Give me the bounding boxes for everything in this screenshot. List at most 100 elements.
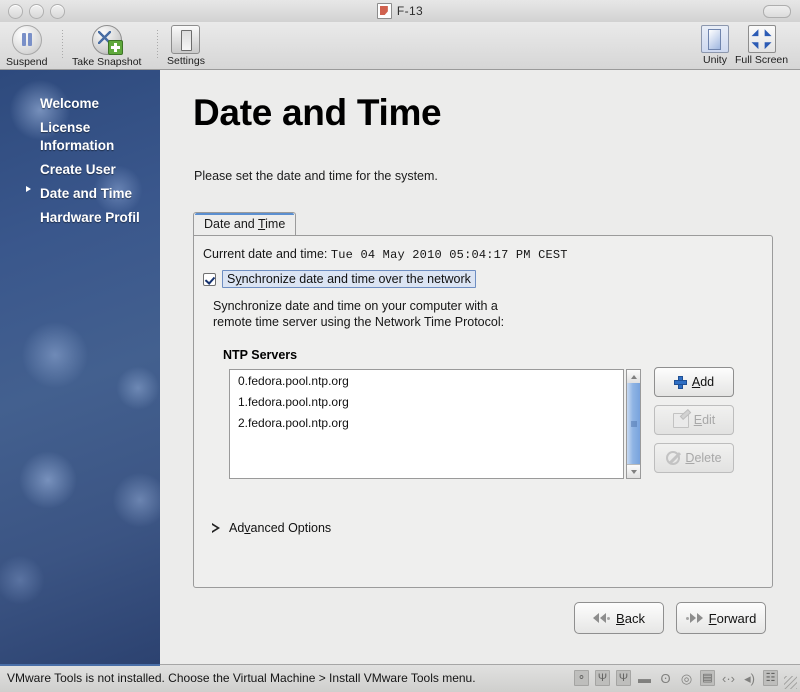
- sidebar-item-license-information[interactable]: License Information: [0, 116, 160, 158]
- sidebar-item-date-and-time[interactable]: Date and Time: [0, 182, 160, 206]
- back-button-key: B: [616, 610, 625, 626]
- advanced-options-label: Advanced Options: [229, 521, 331, 535]
- toolbar-toggle-button[interactable]: [763, 5, 791, 18]
- add-button[interactable]: Add: [654, 367, 734, 397]
- vmware-window: F-13 Suspend Take Snapshot Settings Unit…: [0, 0, 800, 692]
- settings-button[interactable]: Settings: [167, 25, 205, 67]
- delete-icon: [666, 451, 681, 465]
- page-subtitle: Please set the date and time for the sys…: [194, 169, 438, 183]
- toolbar-separator-2: [157, 30, 158, 60]
- tab-date-and-time-post: ime: [265, 217, 286, 231]
- advanced-options-pre: Ad: [229, 521, 245, 535]
- unity-button[interactable]: Unity: [701, 25, 729, 66]
- suspend-icon: [11, 25, 42, 55]
- settings-label: Settings: [167, 55, 205, 67]
- unity-icon: [701, 25, 729, 53]
- page-title: Date and Time: [193, 92, 442, 133]
- scrollbar-thumb[interactable]: [627, 383, 640, 465]
- battery-icon[interactable]: ▬: [637, 670, 652, 686]
- sidebar-item-welcome-label: Welcome: [40, 96, 100, 111]
- forward-button-label: orward: [716, 610, 757, 626]
- status-tray: ⚬ Ψ Ψ ▬ ʘ ◎ ▤ ‹·› ◂) ☷: [574, 670, 778, 686]
- resize-grip[interactable]: [784, 676, 797, 689]
- ntp-actions: Add Edit Delete: [654, 367, 734, 481]
- sidebar-item-license-line1: License: [40, 120, 91, 135]
- cdrom-icon[interactable]: ◎: [679, 670, 694, 686]
- network-icon[interactable]: ‹·›: [721, 670, 736, 686]
- sidebar-item-welcome[interactable]: Welcome: [0, 92, 160, 116]
- chevron-left-icon: [593, 613, 611, 623]
- list-item[interactable]: 0.fedora.pool.ntp.org: [230, 370, 623, 391]
- take-snapshot-label: Take Snapshot: [72, 56, 142, 68]
- harddisk-icon[interactable]: ▤: [700, 670, 715, 686]
- sidebar-item-create-user-label: Create User: [40, 162, 116, 177]
- sync-network-label-post: nchronize date and time over the network: [241, 272, 471, 286]
- tab-date-and-time[interactable]: Date and Time: [193, 212, 297, 236]
- ntp-list-scrollbar[interactable]: [626, 369, 641, 479]
- wizard-nav-buttons: Back Forward: [574, 602, 766, 634]
- delete-button-label: elete: [694, 451, 722, 465]
- add-button-key: A: [691, 375, 701, 389]
- document-icon: [376, 3, 392, 19]
- settings-icon: [171, 25, 201, 54]
- edit-button[interactable]: Edit: [654, 405, 734, 435]
- status-message: VMware Tools is not installed. Choose th…: [7, 671, 476, 685]
- bluetooth-icon[interactable]: ʘ: [658, 670, 673, 686]
- installer-sidebar: Welcome License Information Create User …: [0, 70, 160, 664]
- edit-button-label: dit: [702, 413, 716, 427]
- sidebar-item-create-user[interactable]: Create User: [0, 158, 160, 182]
- vm-status-bar: VMware Tools is not installed. Choose th…: [0, 664, 800, 692]
- toolbar-separator-1: [62, 30, 63, 60]
- sync-description-line1: Synchronize date and time on your comput…: [213, 299, 498, 313]
- suspend-label: Suspend: [6, 56, 48, 68]
- date-time-panel: Current date and time: Tue 04 May 2010 0…: [193, 235, 773, 588]
- sync-network-checkbox[interactable]: [203, 272, 216, 286]
- guest-desktop: Welcome License Information Create User …: [0, 70, 800, 664]
- scroll-down-button[interactable]: [627, 464, 640, 478]
- sound-icon[interactable]: ◂): [742, 670, 757, 686]
- scroll-up-button[interactable]: [627, 370, 640, 384]
- unity-label: Unity: [703, 54, 727, 66]
- advanced-options-toggle[interactable]: Advanced Options: [212, 521, 331, 535]
- add-button-label: dd: [700, 375, 715, 389]
- status-accent-bar: [0, 664, 160, 666]
- sync-network-row[interactable]: Synchronize date and time over the netwo…: [203, 270, 476, 288]
- current-datetime-row: Current date and time: Tue 04 May 2010 0…: [203, 247, 568, 262]
- sidebar-item-license-line2: Information: [40, 138, 115, 153]
- ntp-servers-list[interactable]: 0.fedora.pool.ntp.org 1.fedora.pool.ntp.…: [229, 369, 624, 479]
- window-titlebar: F-13: [0, 0, 800, 23]
- usb-2-icon[interactable]: Ψ: [616, 670, 631, 686]
- forward-button[interactable]: Forward: [676, 602, 766, 634]
- sidebar-item-hardware-profile[interactable]: Hardware Profil: [0, 206, 160, 230]
- back-button[interactable]: Back: [574, 602, 664, 634]
- current-datetime-value: Tue 04 May 2010 05:04:17 PM CEST: [330, 248, 568, 262]
- forward-button-key: F: [708, 610, 717, 626]
- tab-date-and-time-pre: Date and: [204, 217, 258, 231]
- vm-toolbar: Suspend Take Snapshot Settings Unity ◢ ◣ …: [0, 22, 800, 70]
- list-item[interactable]: 2.fedora.pool.ntp.org: [230, 412, 623, 433]
- shared-folder-icon[interactable]: ☷: [763, 670, 778, 686]
- sidebar-item-date-and-time-label: Date and Time: [40, 186, 133, 201]
- delete-button[interactable]: Delete: [654, 443, 734, 473]
- suspend-button[interactable]: Suspend: [6, 25, 47, 68]
- window-title-text: F-13: [396, 4, 424, 18]
- advanced-options-post: anced Options: [250, 521, 332, 535]
- edit-button-key: E: [693, 413, 703, 427]
- usb-icon[interactable]: Ψ: [595, 670, 610, 686]
- sync-network-label[interactable]: Synchronize date and time over the netwo…: [222, 270, 476, 288]
- list-item[interactable]: 1.fedora.pool.ntp.org: [230, 391, 623, 412]
- current-datetime-label: Current date and time:: [203, 247, 328, 261]
- take-snapshot-button[interactable]: Take Snapshot: [72, 25, 141, 68]
- edit-icon: [672, 412, 689, 428]
- plus-icon: [673, 375, 687, 389]
- sync-description-line2: remote time server using the Network Tim…: [213, 315, 505, 329]
- disclosure-triangle-icon: [212, 522, 221, 534]
- camera-icon[interactable]: ⚬: [574, 670, 589, 686]
- fullscreen-button[interactable]: ◢ ◣ ◥ ◤ Full Screen: [735, 25, 788, 66]
- back-button-label: ack: [624, 610, 645, 626]
- fullscreen-label: Full Screen: [735, 54, 789, 66]
- sidebar-item-hardware-profile-label: Hardware Profil: [40, 210, 140, 225]
- chevron-right-icon: [685, 613, 703, 623]
- current-step-arrow-icon: [26, 186, 31, 192]
- installer-content: Date and Time Please set the date and ti…: [160, 70, 800, 664]
